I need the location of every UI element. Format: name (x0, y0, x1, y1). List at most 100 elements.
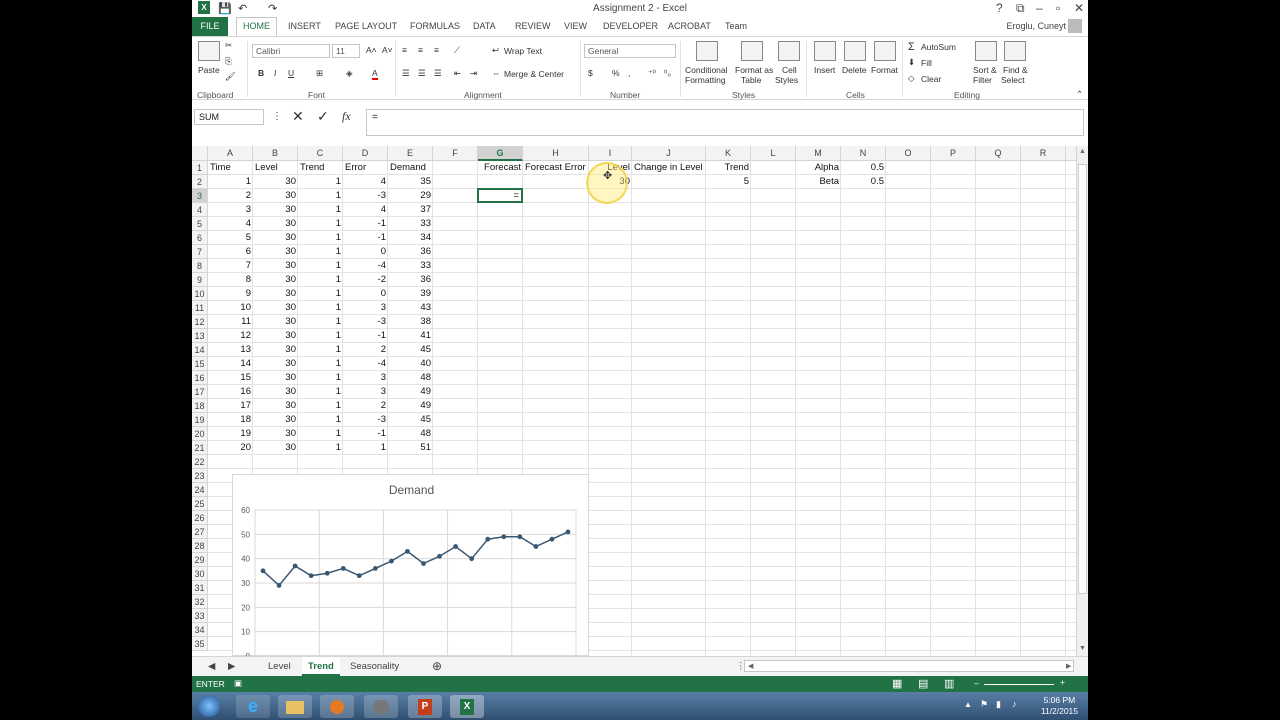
column-header[interactable]: F (433, 146, 478, 161)
row-header[interactable]: 23 (192, 469, 208, 483)
clear-icon[interactable]: ◇ (908, 73, 915, 84)
select-all-corner[interactable] (192, 146, 208, 161)
tray-expand-icon[interactable]: ▲ (964, 700, 972, 709)
header-level[interactable]: Level (253, 161, 298, 175)
row-header[interactable]: 25 (192, 497, 208, 511)
camera-app-icon[interactable] (364, 695, 398, 718)
taskbar-clock[interactable]: 5:06 PM 11/2/2015 (1041, 695, 1078, 717)
outdent-icon[interactable]: ⇥ (470, 68, 477, 79)
horizontal-scrollbar[interactable] (744, 660, 1074, 672)
cell-time[interactable]: 11 (208, 315, 253, 329)
cell-level[interactable]: 30 (253, 287, 298, 301)
cell-level[interactable]: 30 (253, 273, 298, 287)
find-select-icon[interactable] (1004, 41, 1026, 61)
page-break-view-icon[interactable]: ▥ (944, 677, 954, 690)
cell-styles-icon[interactable] (778, 41, 800, 61)
value-beta[interactable]: 0.5 (841, 175, 886, 189)
cell-level[interactable]: 30 (253, 343, 298, 357)
cell-error[interactable]: -1 (343, 231, 388, 245)
cell-demand[interactable]: 33 (388, 259, 433, 273)
italic-button[interactable]: I (274, 68, 276, 78)
powerpoint-icon[interactable]: P (408, 695, 442, 718)
cell-trend[interactable]: 1 (298, 231, 343, 245)
cell-demand[interactable]: 51 (388, 441, 433, 455)
sheet-prev-icon[interactable]: ◀ (202, 657, 221, 676)
cell-error[interactable]: -4 (343, 259, 388, 273)
row-header[interactable]: 8 (192, 259, 208, 273)
underline-button[interactable]: U (288, 68, 294, 78)
column-header[interactable]: R (1021, 146, 1066, 161)
demand-chart[interactable]: Demand 0 10 20 30 40 50 60 (232, 474, 589, 656)
delete-cells-icon[interactable] (844, 41, 866, 61)
merge-center-button[interactable]: Merge & Center (504, 69, 564, 79)
cell-trend[interactable]: 1 (298, 315, 343, 329)
cell-error[interactable]: -1 (343, 329, 388, 343)
vertical-scrollbar[interactable]: ▲ ▼ (1076, 146, 1088, 656)
row-header[interactable]: 14 (192, 343, 208, 357)
cell-trend[interactable]: 1 (298, 399, 343, 413)
conditional-formatting-button[interactable]: Conditional (685, 65, 728, 75)
row-header[interactable]: 17 (192, 385, 208, 399)
cell-demand[interactable]: 45 (388, 413, 433, 427)
cell-trend[interactable]: 1 (298, 427, 343, 441)
fill-color-icon[interactable]: ◈ (346, 68, 353, 79)
column-header[interactable]: E (388, 146, 433, 161)
value-initial-trend[interactable]: 5 (706, 175, 751, 189)
cell-trend[interactable]: 1 (298, 301, 343, 315)
row-header[interactable]: 12 (192, 315, 208, 329)
cell-trend[interactable]: 1 (298, 385, 343, 399)
cell-time[interactable]: 1 (208, 175, 253, 189)
column-header[interactable]: G (478, 146, 523, 161)
row-header[interactable]: 32 (192, 595, 208, 609)
sort-filter-icon[interactable] (975, 41, 997, 61)
row-header[interactable]: 31 (192, 581, 208, 595)
cell-time[interactable]: 14 (208, 357, 253, 371)
column-header[interactable]: D (343, 146, 388, 161)
row-header[interactable]: 28 (192, 539, 208, 553)
column-header[interactable]: A (208, 146, 253, 161)
internet-explorer-icon[interactable]: e (236, 695, 270, 718)
cell-level[interactable]: 30 (253, 385, 298, 399)
cell-error[interactable]: 1 (343, 441, 388, 455)
copy-icon[interactable]: ⎘ (225, 56, 232, 67)
row-header[interactable]: 5 (192, 217, 208, 231)
cell-time[interactable]: 7 (208, 259, 253, 273)
font-color-icon[interactable]: A (372, 68, 378, 80)
label-beta[interactable]: Beta (796, 175, 841, 189)
column-header[interactable]: K (706, 146, 751, 161)
row-header[interactable]: 29 (192, 553, 208, 567)
font-name-select[interactable]: Calibri (252, 44, 330, 58)
cell-demand[interactable]: 48 (388, 427, 433, 441)
cell-time[interactable]: 17 (208, 399, 253, 413)
action-center-icon[interactable]: ⚑ (980, 699, 988, 710)
tab-review[interactable]: REVIEW (515, 21, 551, 31)
cell-error[interactable]: -1 (343, 217, 388, 231)
maximize-icon[interactable]: ▫ (1056, 1, 1060, 15)
row-header[interactable]: 22 (192, 455, 208, 469)
sheet-tab-level[interactable]: Level (262, 657, 297, 676)
tab-home[interactable]: HOME (236, 17, 277, 36)
header-change-in-level[interactable]: Change in Level (632, 161, 706, 175)
row-header[interactable]: 1 (192, 161, 208, 175)
help-icon[interactable]: ? (996, 1, 1003, 15)
cell-demand[interactable]: 29 (388, 189, 433, 203)
font-size-select[interactable]: 11 (332, 44, 360, 58)
cell-time[interactable]: 12 (208, 329, 253, 343)
ribbon-display-icon[interactable]: ⧉ (1016, 1, 1025, 16)
percent-button[interactable]: % (612, 68, 620, 78)
merge-icon[interactable]: ⇔ (492, 68, 501, 78)
column-header[interactable]: I (589, 146, 632, 161)
cell-time[interactable]: 8 (208, 273, 253, 287)
sheet-tab-trend[interactable]: Trend (302, 657, 340, 676)
cell-demand[interactable]: 41 (388, 329, 433, 343)
increase-font-icon[interactable]: A˄ (366, 45, 377, 55)
column-header[interactable]: P (931, 146, 976, 161)
cell-error[interactable]: -4 (343, 357, 388, 371)
clear-button[interactable]: Clear (921, 74, 941, 84)
insert-function-button[interactable]: fx (342, 109, 351, 124)
cell-trend[interactable]: 1 (298, 357, 343, 371)
cell-demand[interactable]: 48 (388, 371, 433, 385)
fill-button[interactable]: Fill (921, 58, 932, 68)
cell-trend[interactable]: 1 (298, 413, 343, 427)
scroll-right-icon[interactable]: ▶ (1066, 662, 1071, 670)
